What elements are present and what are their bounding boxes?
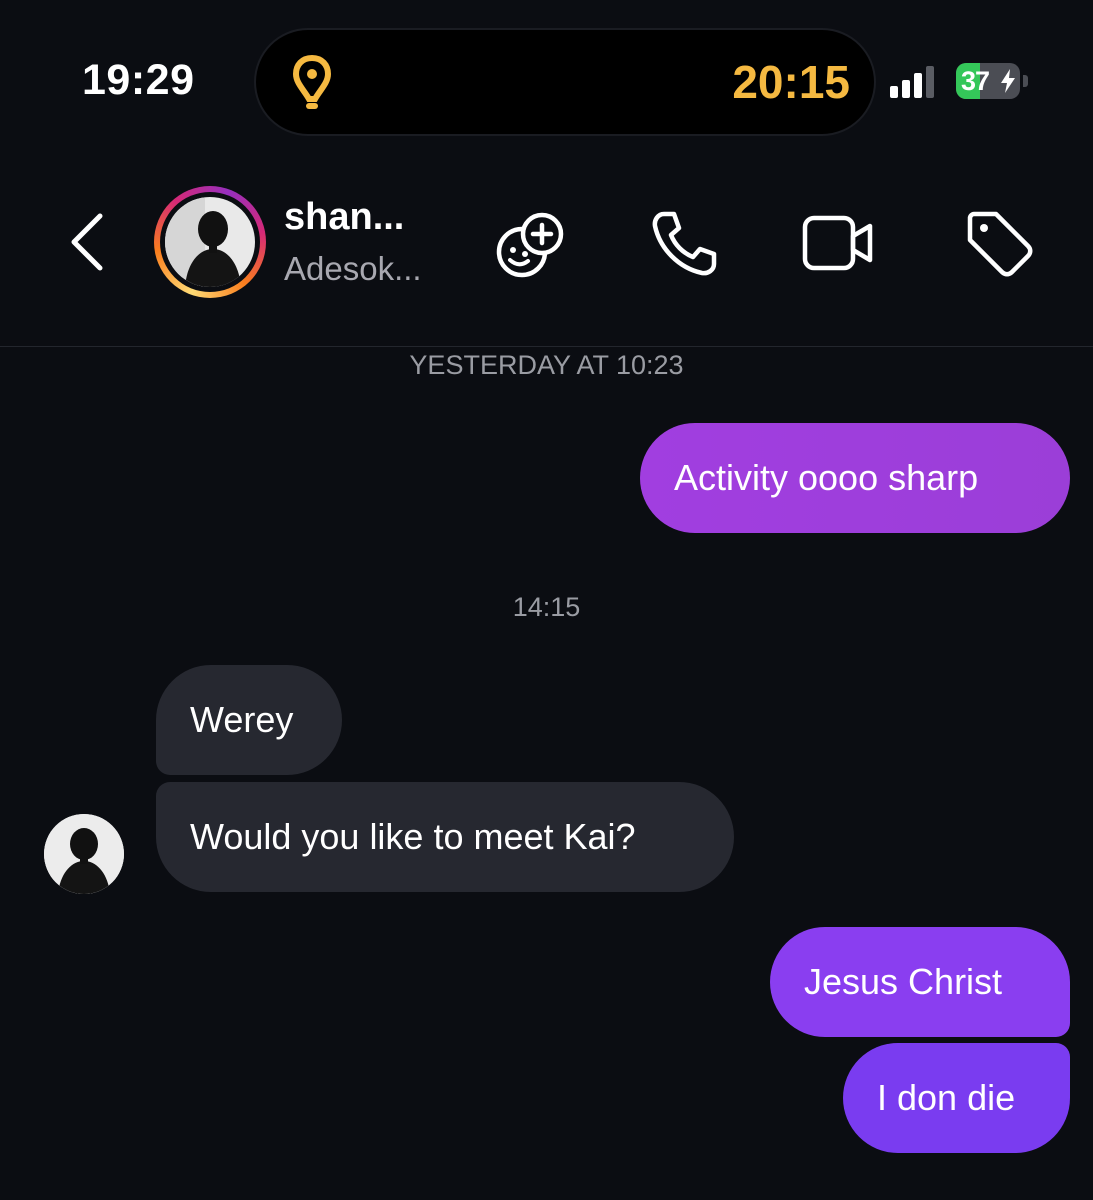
video-camera-icon[interactable] [800, 206, 876, 282]
avatar-photo [165, 197, 255, 287]
message-text: Jesus Christ [804, 961, 1003, 1002]
outgoing-message-bubble[interactable]: Activity oooo sharp [640, 423, 1070, 533]
location-pin-icon [292, 55, 332, 109]
charging-bolt-icon [1001, 69, 1015, 93]
contact-name[interactable]: shan... [284, 196, 404, 239]
sender-avatar[interactable] [44, 814, 124, 894]
incoming-message-bubble[interactable]: Would you like to meet Kai? [156, 782, 734, 892]
signal-icon [890, 66, 934, 98]
message-text: Activity oooo sharp [674, 457, 979, 498]
timestamp-today: 14:15 [512, 592, 581, 622]
status-time: 19:29 [82, 56, 195, 104]
add-effect-icon[interactable] [494, 206, 570, 282]
timestamp-yesterday: YESTERDAY AT 10:23 [409, 350, 684, 380]
phone-icon[interactable] [646, 206, 722, 282]
tag-icon[interactable] [962, 206, 1038, 282]
live-activity-time: 20:15 [732, 56, 850, 108]
message-text: I don die [877, 1077, 1016, 1118]
battery-icon: 37 [956, 63, 1030, 99]
outgoing-message-bubble[interactable]: I don die [843, 1043, 1070, 1153]
back-chevron-icon[interactable] [66, 212, 110, 272]
profile-avatar[interactable] [154, 186, 266, 298]
header-divider [0, 346, 1093, 347]
outgoing-message-bubble[interactable]: Jesus Christ [770, 927, 1070, 1037]
message-text: Werey [190, 699, 294, 740]
contact-username[interactable]: Adesok... [284, 250, 422, 288]
dynamic-island[interactable]: 20:15 [256, 30, 874, 134]
incoming-message-bubble[interactable]: Werey [156, 665, 342, 775]
message-text: Would you like to meet Kai? [190, 816, 636, 857]
battery-percent: 37 [961, 66, 990, 96]
